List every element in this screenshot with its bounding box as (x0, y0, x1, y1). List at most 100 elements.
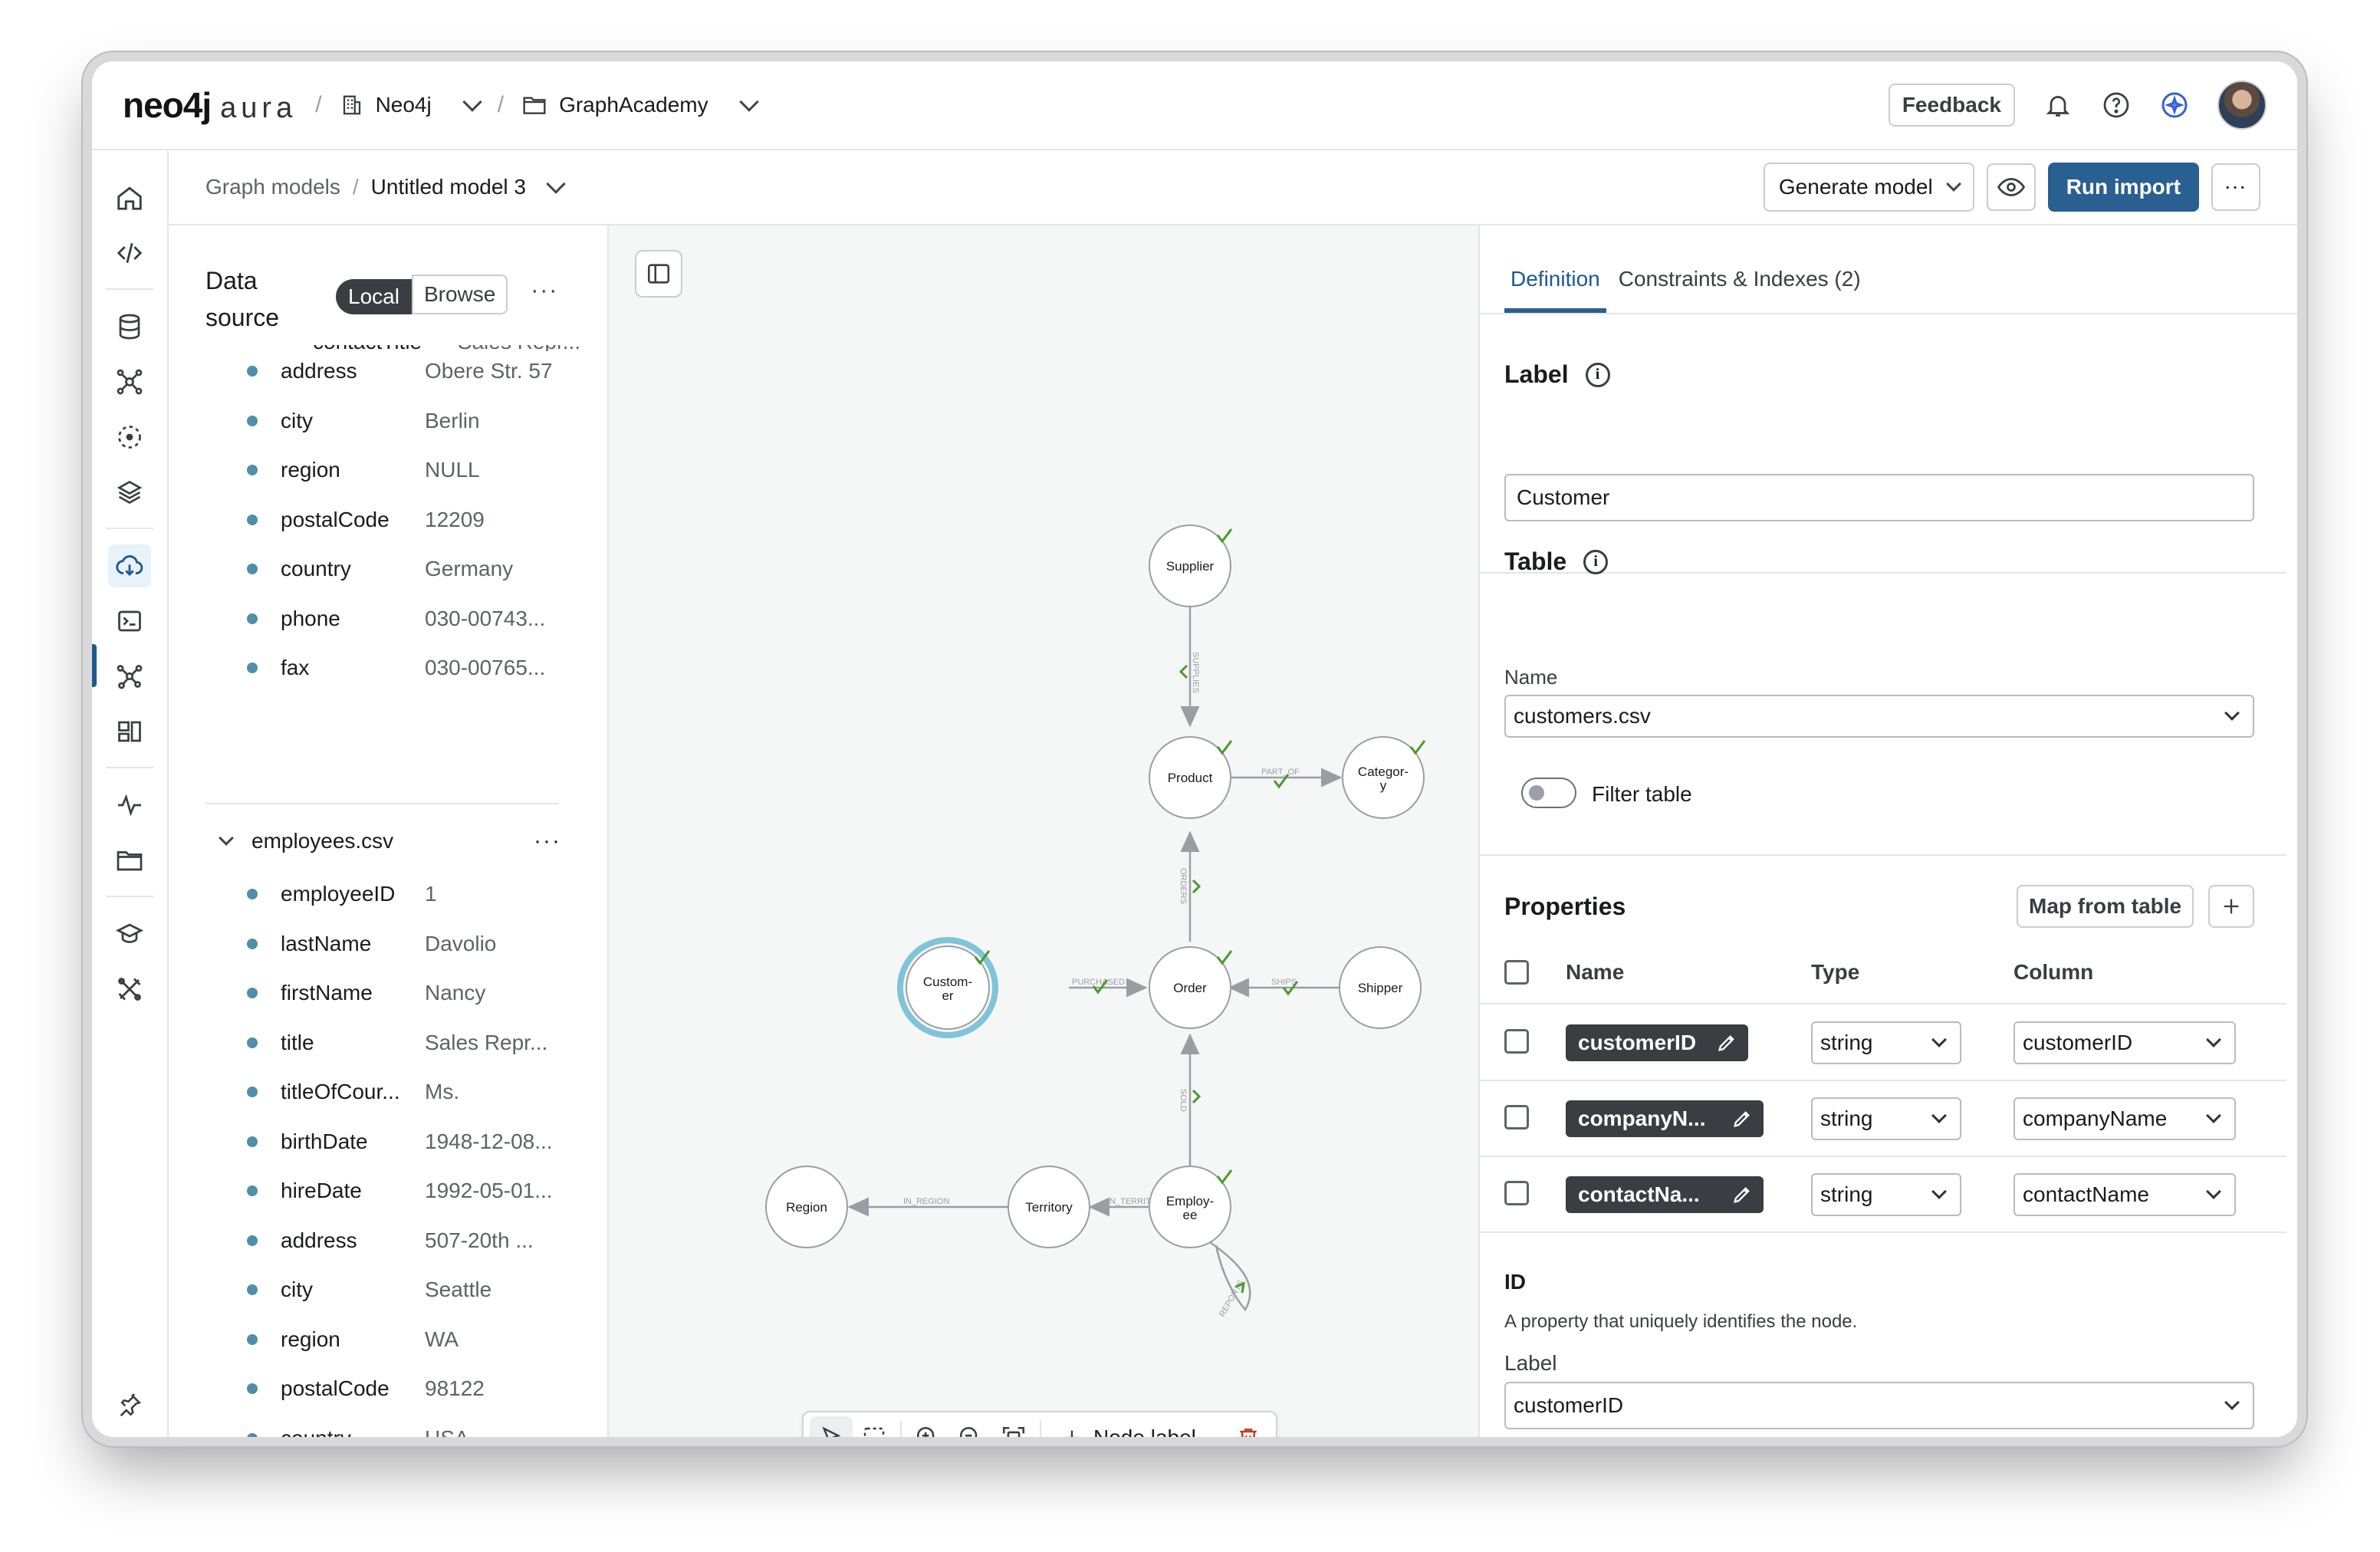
field-row[interactable]: address 507-20th ... (205, 1216, 561, 1266)
field-row[interactable]: country Germany (205, 544, 561, 594)
user-avatar[interactable] (2217, 81, 2267, 130)
node-territory[interactable]: Territory (1008, 1166, 1090, 1248)
generate-model-button[interactable]: Generate model (1763, 163, 1974, 212)
box-select-tool[interactable] (853, 1416, 896, 1437)
local-toggle[interactable]: Local (336, 279, 412, 314)
property-type-select[interactable]: string (1811, 1173, 1961, 1216)
pencil-icon[interactable] (1731, 1184, 1753, 1205)
org-selector[interactable]: Neo4j (340, 92, 482, 117)
project-selector[interactable]: GraphAcademy (522, 92, 759, 117)
tab-definition[interactable]: Definition (1504, 267, 1606, 313)
field-row[interactable]: fax 030-00765... (205, 643, 561, 693)
info-icon[interactable]: i (1583, 549, 1609, 574)
import-cloud-icon[interactable] (108, 544, 151, 587)
home-icon[interactable] (108, 176, 151, 219)
graph-canvas[interactable]: SUPPLIES PART_OF ORDERS PURCHASED SHIPS (609, 225, 1480, 1437)
field-row[interactable]: phone 030-00743... (205, 594, 561, 644)
property-type-select[interactable]: string (1811, 1097, 1961, 1140)
relationship-ships[interactable]: SHIPS (1228, 978, 1339, 998)
node-product[interactable]: Product (1149, 736, 1233, 819)
field-row[interactable]: region WA (205, 1315, 561, 1365)
breadcrumb-graph-models[interactable]: Graph models (205, 175, 340, 199)
feedback-button[interactable]: Feedback (1888, 84, 2015, 127)
table-name-select[interactable]: customers.csv (1504, 695, 2254, 738)
node-shipper[interactable]: Shipper (1339, 946, 1422, 1029)
field-row[interactable]: titleOfCour... Ms. (205, 1067, 561, 1117)
property-name-chip[interactable]: contactNa... (1566, 1176, 1764, 1213)
more-options-button[interactable]: ... (2211, 163, 2260, 211)
learning-icon[interactable] (108, 912, 151, 955)
field-row[interactable]: lastName Davolio (205, 919, 561, 969)
field-row[interactable]: city Seattle (205, 1265, 561, 1315)
node-customer-selected[interactable]: Custom- er (897, 937, 998, 1038)
node-category[interactable]: Categor- y (1342, 736, 1426, 819)
relationship-part-of[interactable]: PART_OF (1231, 768, 1343, 789)
id-property-select[interactable]: customerID (1504, 1382, 2254, 1429)
layers-icon[interactable] (108, 471, 151, 514)
code-icon[interactable] (108, 232, 151, 275)
node-employee[interactable]: Employ- ee (1149, 1166, 1233, 1248)
neo4j-aura-logo[interactable]: neo4j aura (123, 84, 297, 126)
field-row[interactable]: countrvUSA (205, 1414, 561, 1437)
pencil-icon[interactable] (1731, 1108, 1753, 1129)
add-node-label-button[interactable]: Node label (1046, 1425, 1211, 1437)
graph-data-science-icon[interactable] (108, 360, 151, 403)
chevron-down-icon[interactable] (219, 830, 234, 846)
node-region[interactable]: Region (765, 1166, 848, 1248)
dashboards-icon[interactable] (108, 710, 151, 753)
bell-icon[interactable] (2043, 90, 2073, 120)
field-row[interactable]: address Obere Str. 57 (205, 347, 561, 396)
field-row[interactable]: postalCode 98122 (205, 1364, 561, 1414)
more-icon[interactable]: ··· (531, 278, 558, 304)
field-row[interactable]: birthDate 1948-12-08... (205, 1117, 561, 1167)
more-icon[interactable]: ··· (534, 828, 561, 854)
delete-button[interactable] (1227, 1416, 1270, 1437)
filter-table-toggle[interactable] (1521, 778, 1576, 808)
field-row[interactable]: hireDate 1992-05-01... (205, 1166, 561, 1216)
database-icon[interactable] (108, 305, 151, 348)
property-type-select[interactable]: string (1811, 1021, 1961, 1064)
property-name-chip[interactable]: customerID (1566, 1024, 1748, 1061)
chevron-down-icon[interactable] (546, 174, 566, 194)
model-name[interactable]: Untitled model 3 (371, 175, 526, 199)
metrics-icon[interactable] (108, 784, 151, 827)
tools-icon[interactable] (108, 968, 151, 1011)
property-checkbox[interactable] (1504, 1029, 1529, 1054)
node-order[interactable]: Order (1149, 946, 1233, 1029)
pencil-icon[interactable] (1716, 1032, 1737, 1054)
property-column-select[interactable]: contactName (2013, 1173, 2236, 1216)
property-name-chip[interactable]: companyN... (1566, 1100, 1764, 1137)
folder-icon[interactable] (108, 839, 151, 882)
node-supplier[interactable]: Supplier (1149, 524, 1233, 607)
explore-graph-icon[interactable] (108, 655, 151, 698)
run-import-button[interactable]: Run import (2047, 163, 2199, 212)
field-row[interactable]: region NULL (205, 446, 561, 495)
property-checkbox[interactable] (1504, 1181, 1529, 1205)
field-row[interactable]: employeeID 1 (205, 870, 561, 919)
ai-assistant-icon[interactable] (2159, 90, 2190, 120)
help-icon[interactable] (2101, 90, 2132, 120)
relationship-supplies[interactable]: SUPPLIES (1178, 607, 1200, 728)
info-icon[interactable]: i (1585, 362, 1610, 387)
map-from-table-button[interactable]: Map from table (2017, 885, 2194, 928)
field-row[interactable]: firstName Nancy (205, 968, 561, 1018)
tab-constraints-indexes[interactable]: Constraints & Indexes (2) (1612, 267, 1867, 313)
property-checkbox[interactable] (1504, 1105, 1529, 1129)
property-column-select[interactable]: customerID (2013, 1021, 2236, 1064)
select-tool[interactable] (810, 1416, 853, 1437)
field-row[interactable]: title Sales Repr... (205, 1018, 561, 1068)
relationship-sold[interactable]: SOLD (1178, 1033, 1202, 1166)
label-input[interactable]: Customer (1504, 474, 2254, 521)
preview-button[interactable] (1986, 163, 2036, 211)
field-row[interactable]: postalCode 12209 (205, 495, 561, 545)
employees-file-header[interactable]: employees.csv ··· (205, 828, 561, 854)
fit-to-screen-button[interactable] (992, 1416, 1035, 1437)
select-all-checkbox[interactable] (1504, 960, 1529, 985)
field-row[interactable]: city Berlin (205, 396, 561, 446)
browse-button[interactable]: Browse (411, 275, 508, 314)
pin-icon[interactable] (108, 1383, 151, 1426)
zoom-in-button[interactable] (906, 1416, 949, 1437)
dashed-cycle-icon[interactable] (108, 416, 151, 459)
add-property-button[interactable] (2208, 885, 2254, 928)
relationship-orders[interactable]: ORDERS (1178, 830, 1202, 942)
